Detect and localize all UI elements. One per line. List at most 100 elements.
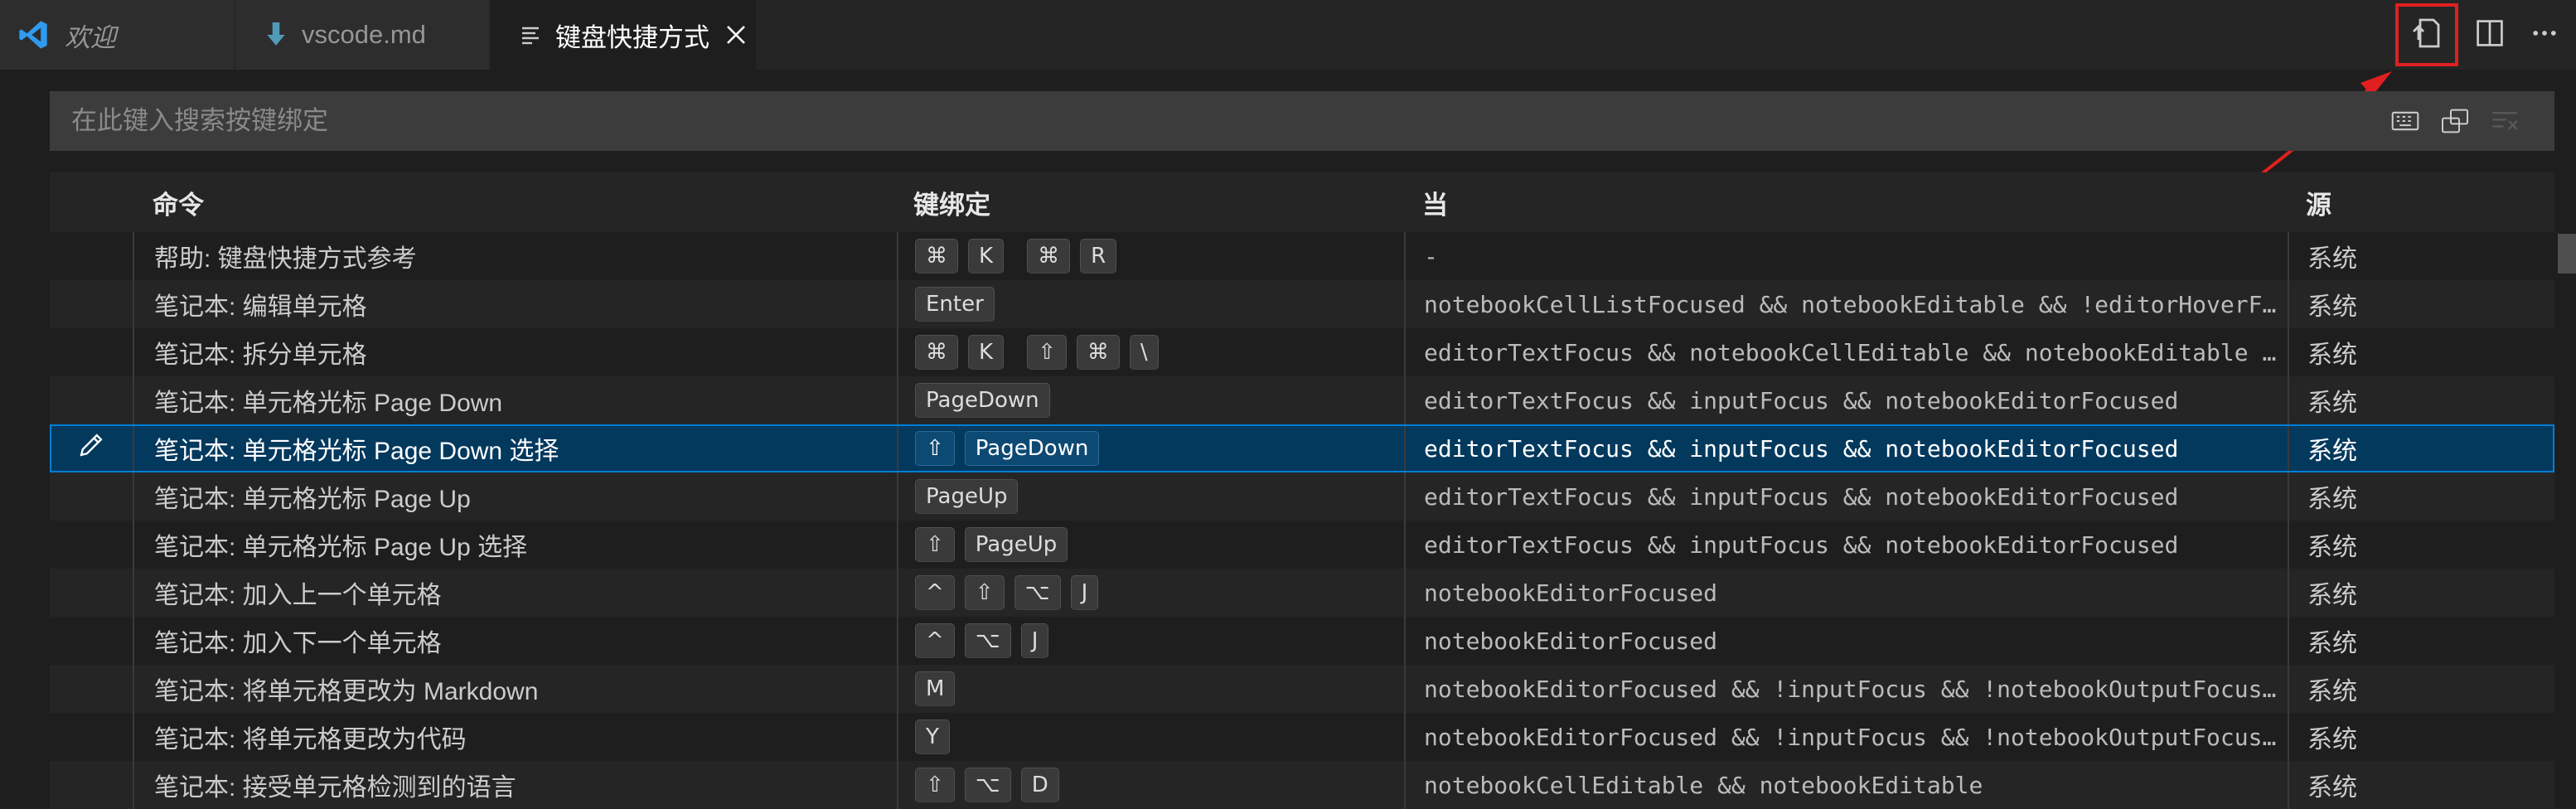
table-row[interactable]: 笔记本: 单元格光标 Page Up PageUp editorTextFocus … — [50, 472, 2554, 521]
key-cap: PageDown — [915, 383, 1050, 418]
table-row[interactable]: 帮助: 键盘快捷方式参考 ⌘ K ⌘ R - 系统 — [50, 232, 2554, 280]
when-expression: notebookEditorFocused && !inputFocus && … — [1424, 675, 2279, 703]
when-cell: editorTextFocus && notebookCellEditable … — [1404, 328, 2288, 376]
open-keyboard-shortcuts-json-button[interactable] — [2395, 3, 2458, 66]
when-expression: notebookCellEditable && notebookEditable — [1424, 771, 1983, 799]
source-cell: 系统 — [2288, 713, 2554, 761]
tab-keyboard-shortcuts[interactable]: 键盘快捷方式 — [491, 0, 758, 70]
split-editor-button[interactable] — [2467, 12, 2513, 58]
keybinding-cell[interactable]: PageUp — [897, 472, 1404, 521]
column-header-when[interactable]: 当 — [1404, 172, 2288, 232]
table-row[interactable]: 笔记本: 加入下一个单元格 ^ ⌥ J notebookEditorFocused 系统 — [50, 617, 2554, 665]
table-row[interactable]: 笔记本: 接受单元格检测到的语言 ⇧ ⌥ DnotebookCellEditable … — [50, 761, 2554, 809]
keybinding-search-box — [50, 90, 2554, 152]
key-cap: ⌘ — [1076, 335, 1120, 370]
command-cell: 笔记本: 编辑单元格 — [133, 280, 897, 328]
tab-label: 欢迎 — [65, 22, 116, 52]
command-cell: 笔记本: 拆分单元格 — [133, 328, 897, 376]
tab-vscode-md[interactable]: vscode.md — [235, 0, 491, 70]
when-expression: notebookEditorFocused — [1424, 627, 1718, 655]
keybinding-search-input[interactable] — [50, 90, 2380, 152]
when-cell: editorTextFocus && inputFocus && noteboo… — [1404, 424, 2288, 472]
command-cell: 笔记本: 单元格光标 Page Up 选择 — [133, 521, 897, 569]
keybinding-cell[interactable]: Y — [897, 713, 1404, 761]
split-editor-icon — [2475, 18, 2505, 52]
column-header-keybinding[interactable]: 键绑定 — [897, 172, 1404, 232]
pencil-icon — [77, 431, 105, 466]
table-row[interactable]: 笔记本: 单元格光标 Page Down PageDown editorTextFo… — [50, 376, 2554, 424]
record-keys-icon[interactable] — [2380, 111, 2430, 131]
key-cap: M — [915, 671, 956, 706]
scrollbar-thumb[interactable] — [2558, 234, 2576, 274]
key-cap: ⇧ — [1027, 335, 1067, 370]
source-cell: 系统 — [2288, 280, 2554, 328]
table-row[interactable]: 笔记本: 单元格光标 Page Up 选择 ⇧ PageUp editorTextFo… — [50, 521, 2554, 569]
column-header-source[interactable]: 源 — [2288, 172, 2554, 232]
command-cell: 笔记本: 将单元格更改为代码 — [133, 713, 897, 761]
keybinding-cell[interactable]: ⌘ K ⇧ ⌘ \ — [897, 328, 1404, 376]
keybinding-cell[interactable]: M — [897, 665, 1404, 713]
tab-label: vscode.md — [302, 20, 426, 49]
command-cell: 笔记本: 单元格光标 Page Up — [133, 472, 897, 521]
when-cell: notebookEditorFocused — [1404, 617, 2288, 665]
when-expression: notebookEditorFocused && !inputFocus && … — [1424, 723, 2279, 751]
when-cell: notebookEditorFocused && !inputFocus && … — [1404, 665, 2288, 713]
key-cap: PageUp — [964, 527, 1068, 562]
keybinding-cell[interactable]: ⇧ ⌥ D — [897, 761, 1404, 809]
table-row[interactable]: 笔记本: 加入上一个单元格 ^ ⇧ ⌥ JnotebookEditorFocused 系统 — [50, 569, 2554, 617]
table-row[interactable]: 笔记本: 将单元格更改为 Markdown MnotebookEditorFocu… — [50, 665, 2554, 713]
command-cell: 笔记本: 单元格光标 Page Down — [133, 376, 897, 424]
key-cap: ⌥ — [1014, 575, 1061, 610]
when-cell: notebookCellListFocused && notebookEdita… — [1404, 280, 2288, 328]
sort-by-precedence-icon[interactable] — [2430, 109, 2480, 133]
source-cell: 系统 — [2288, 761, 2554, 809]
key-cap: ⇧ — [915, 527, 955, 562]
ellipsis-icon — [2530, 18, 2559, 52]
command-cell: 帮助: 键盘快捷方式参考 — [133, 232, 897, 280]
source-cell: 系统 — [2288, 376, 2554, 424]
source-cell: 系统 — [2288, 328, 2554, 376]
key-cap: J — [1070, 575, 1099, 610]
source-cell: 系统 — [2288, 569, 2554, 617]
source-cell: 系统 — [2288, 472, 2554, 521]
keybinding-cell[interactable]: Enter — [897, 280, 1404, 328]
when-cell: notebookEditorFocused — [1404, 569, 2288, 617]
table-row[interactable]: 笔记本: 拆分单元格 ⌘ K ⇧ ⌘ \ editorTextFocus && notebo… — [50, 328, 2554, 376]
source-cell: 系统 — [2288, 521, 2554, 569]
keybindings-table: 命令 键绑定 当 源 帮助: 键盘快捷方式参考 ⌘ K ⌘ R - 系统 笔记本: 编辑单元格… — [50, 172, 2554, 809]
key-cap: ⇧ — [915, 768, 955, 802]
when-expression: notebookEditorFocused — [1424, 579, 1718, 607]
markdown-arrow-icon — [265, 22, 287, 47]
keybinding-cell[interactable]: ⇧ PageUp — [897, 521, 1404, 569]
tab-welcome[interactable]: 欢迎 — [0, 0, 235, 70]
key-cap: R — [1080, 239, 1117, 274]
keybinding-cell[interactable]: ⌘ K ⌘ R — [897, 232, 1404, 280]
command-cell: 笔记本: 将单元格更改为 Markdown — [133, 665, 897, 713]
command-cell: 笔记本: 加入下一个单元格 — [133, 617, 897, 665]
keybinding-cell[interactable]: ^ ⌥ J — [897, 617, 1404, 665]
table-row[interactable]: 笔记本: 编辑单元格 Enter notebookCellListFocused &… — [50, 280, 2554, 328]
table-header: 命令 键绑定 当 源 — [50, 172, 2554, 232]
close-icon[interactable] — [726, 25, 746, 45]
column-header-command[interactable]: 命令 — [133, 172, 897, 232]
key-cap: ⇧ — [964, 575, 1005, 610]
when-expression: editorTextFocus && inputFocus && noteboo… — [1424, 386, 2179, 414]
vertical-scrollbar[interactable] — [2558, 234, 2576, 779]
keybinding-cell[interactable]: PageDown — [897, 376, 1404, 424]
keybinding-cell[interactable]: ^ ⇧ ⌥ J — [897, 569, 1404, 617]
key-cap: ⌥ — [964, 623, 1011, 658]
clear-search-icon[interactable] — [2480, 110, 2530, 132]
key-cap: ⌘ — [1027, 239, 1071, 274]
table-row[interactable]: 笔记本: 单元格光标 Page Down 选择 ⇧ PageDown editorTe… — [50, 424, 2554, 472]
when-expression: notebookCellListFocused && notebookEdita… — [1424, 290, 2279, 318]
when-expression: editorTextFocus && notebookCellEditable … — [1424, 338, 2279, 366]
key-cap: Y — [915, 719, 950, 754]
editor-tab-bar: 欢迎 vscode.md 键盘快捷方式 — [0, 0, 2576, 70]
table-row[interactable]: 笔记本: 将单元格更改为代码 YnotebookEditorFocused && … — [50, 713, 2554, 761]
source-cell: 系统 — [2288, 617, 2554, 665]
edit-keybinding-button[interactable] — [50, 424, 133, 472]
keyboard-doc-icon — [521, 25, 540, 45]
more-actions-button[interactable] — [2521, 12, 2568, 58]
key-cap: \ — [1129, 335, 1159, 370]
keybinding-cell[interactable]: ⇧ PageDown — [897, 424, 1404, 472]
